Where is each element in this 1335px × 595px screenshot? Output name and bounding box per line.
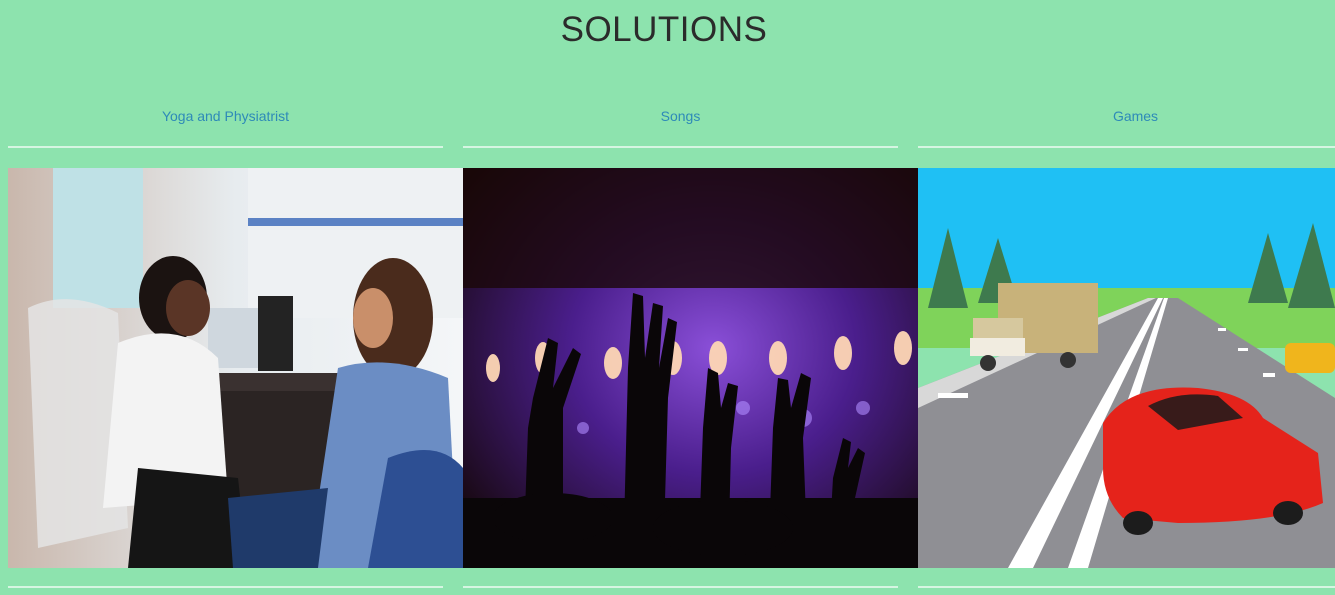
tab-yoga-physiatrist[interactable]: Yoga and Physiatrist <box>8 108 443 124</box>
counseling-session-image[interactable] <box>8 168 463 568</box>
divider <box>918 146 1335 148</box>
divider <box>8 146 443 148</box>
divider <box>463 146 898 148</box>
divider <box>463 586 898 588</box>
racing-game-image[interactable] <box>918 168 1335 568</box>
solutions-page: SOLUTIONS Yoga and Physiatrist Songs Gam… <box>0 0 1335 595</box>
solution-card-yoga: Yoga and Physiatrist <box>8 0 463 595</box>
solution-card-songs: Songs <box>463 0 918 595</box>
tab-songs[interactable]: Songs <box>463 108 898 124</box>
solution-card-games: Games <box>918 0 1335 595</box>
divider <box>918 586 1335 588</box>
concert-crowd-image[interactable] <box>463 168 918 568</box>
tab-games[interactable]: Games <box>918 108 1335 124</box>
divider <box>8 586 443 588</box>
